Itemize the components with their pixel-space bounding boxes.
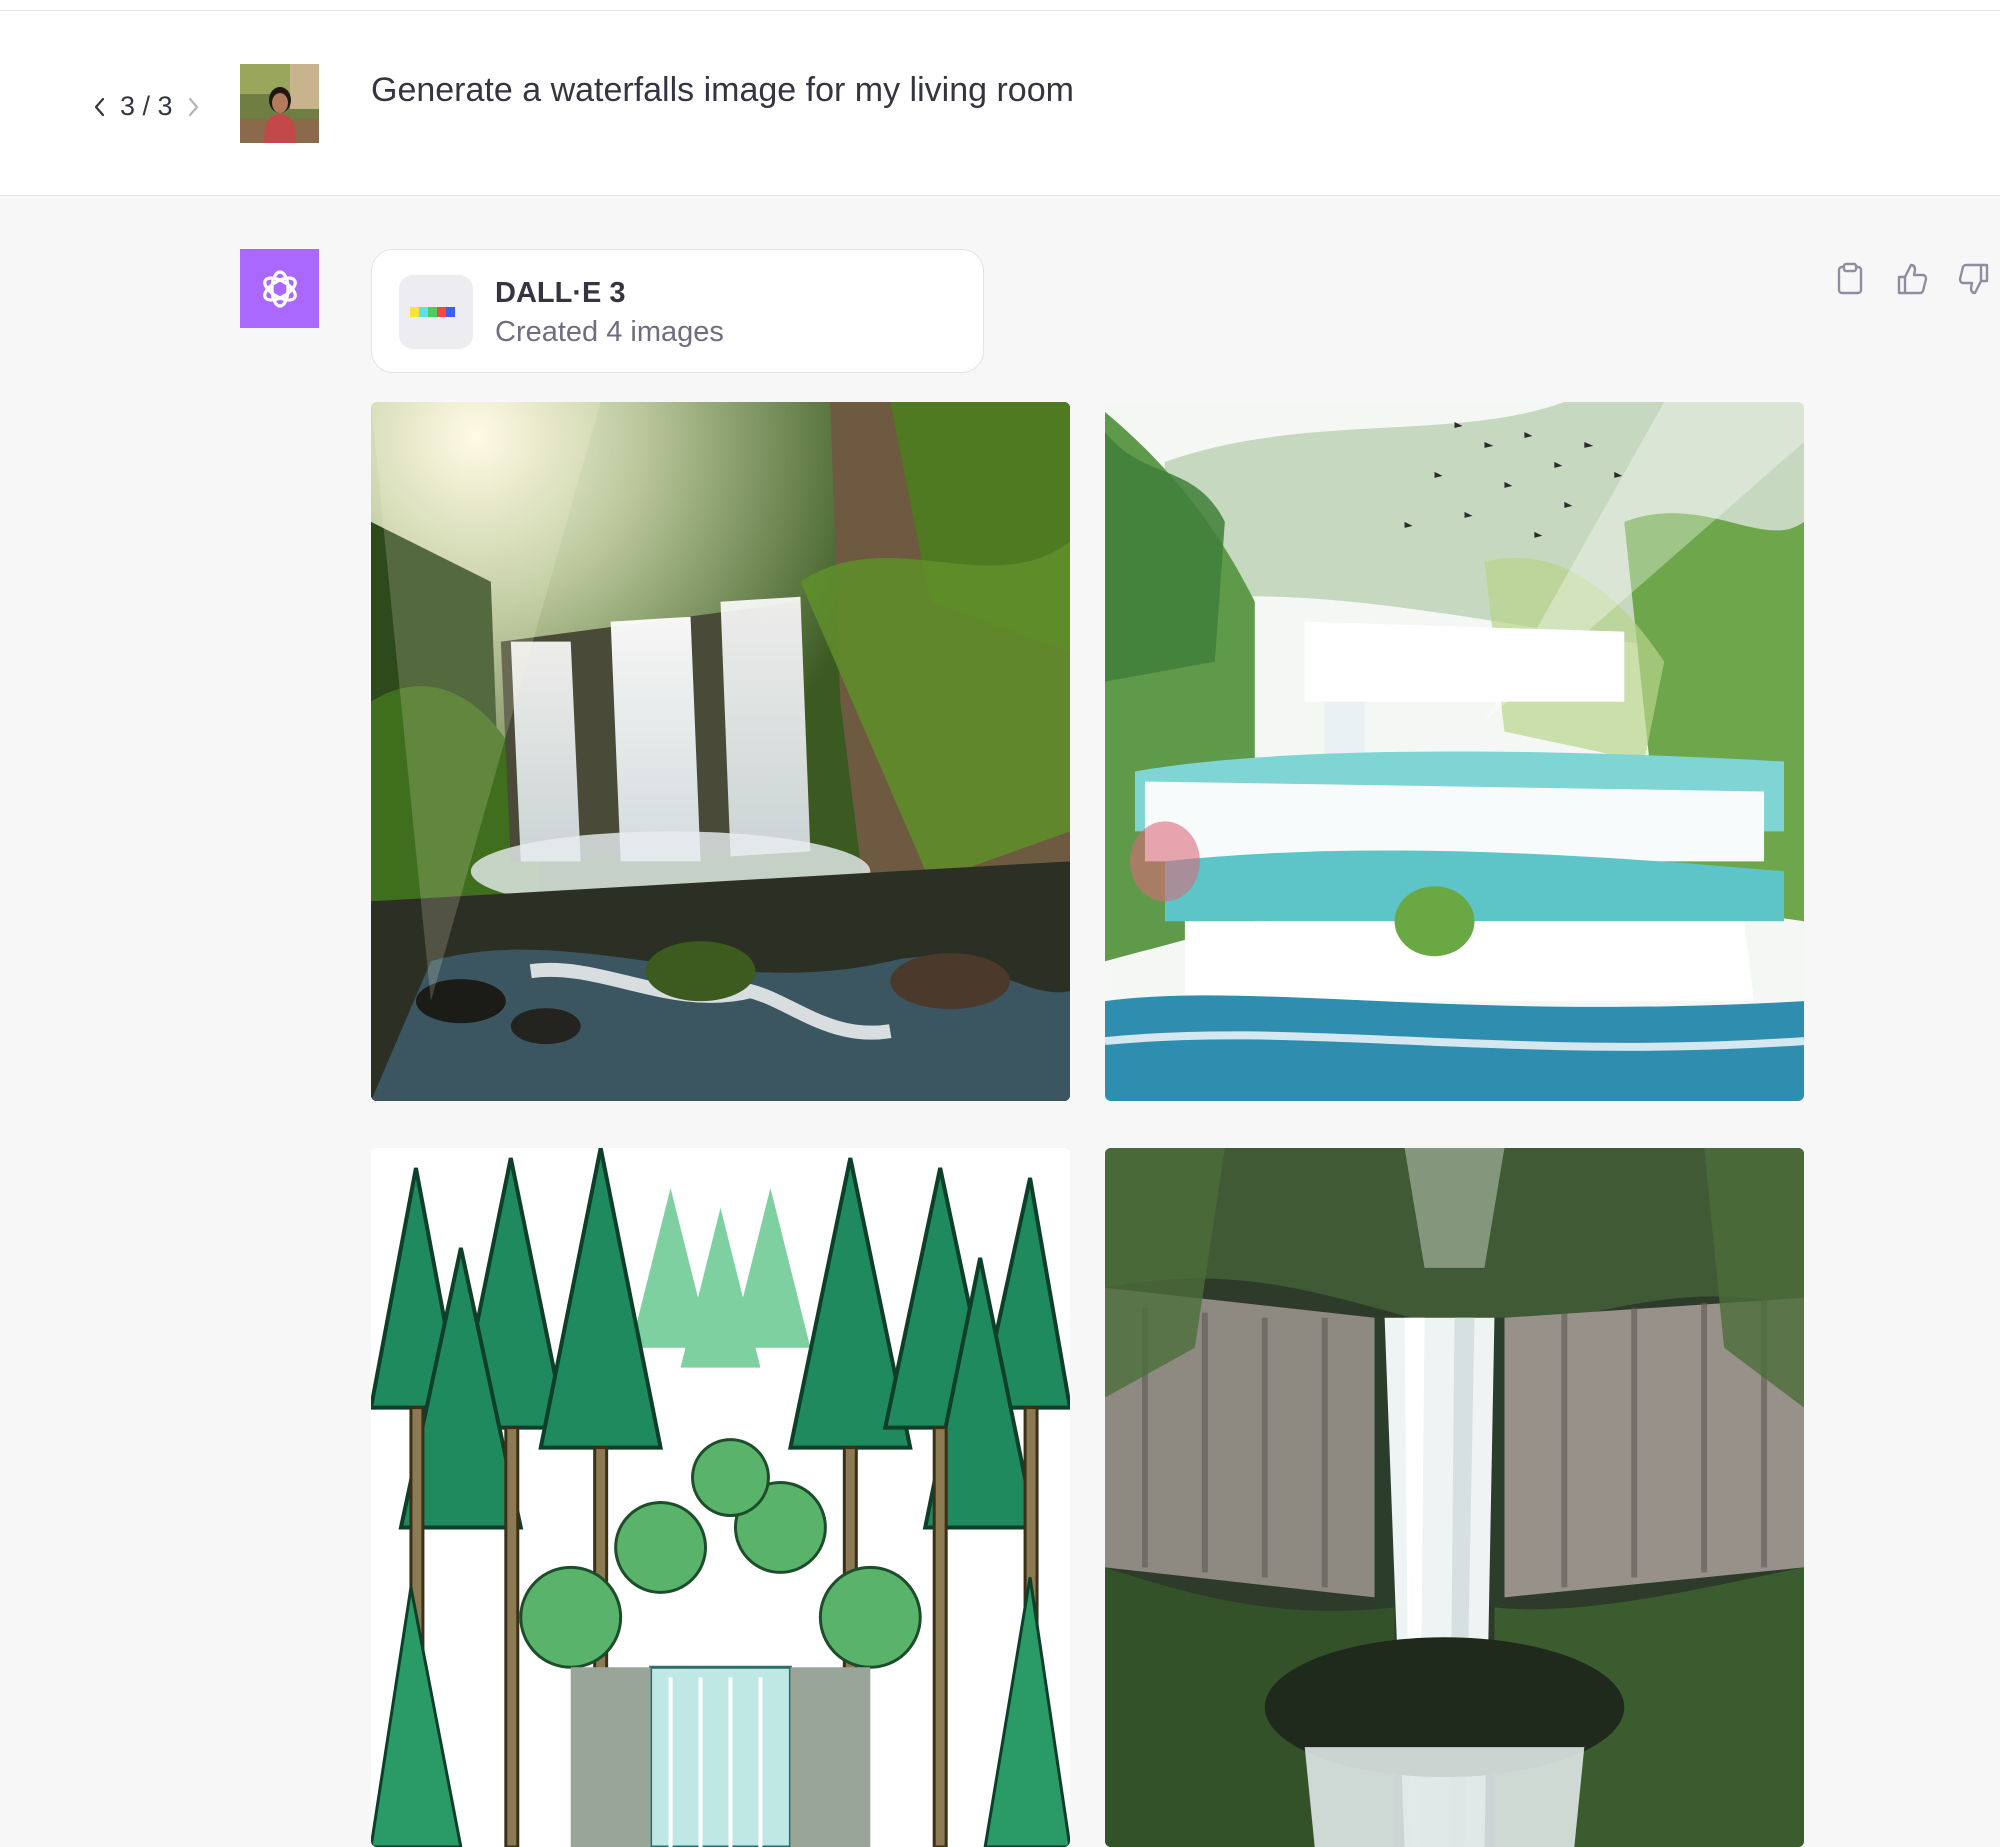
generated-image-4[interactable] xyxy=(1105,1148,1804,1847)
previous-response-button[interactable] xyxy=(92,96,106,118)
message-actions xyxy=(1830,259,1994,299)
user-message-row: 3 / 3 Generate a waterfalls image for my… xyxy=(0,11,2000,196)
generated-image-1[interactable] xyxy=(371,402,1070,1101)
assistant-avatar xyxy=(240,249,319,328)
tool-name: DALL·E 3 xyxy=(495,277,626,309)
dalle-tool-card[interactable]: DALL·E 3 Created 4 images xyxy=(371,249,984,373)
thumbs-down-icon xyxy=(1958,263,1989,295)
clipboard-icon xyxy=(1837,262,1863,295)
thumbs-down-button[interactable] xyxy=(1954,259,1994,299)
openai-logo-icon xyxy=(262,269,297,308)
generated-image-3[interactable] xyxy=(371,1148,1070,1847)
thumbs-up-icon xyxy=(1897,263,1928,295)
thumbs-up-button[interactable] xyxy=(1892,259,1932,299)
dalle-icon xyxy=(399,275,473,349)
copy-button[interactable] xyxy=(1830,259,1870,299)
pager-label: 3 / 3 xyxy=(120,91,173,121)
user-message-text: Generate a waterfalls image for my livin… xyxy=(371,71,1074,109)
user-avatar xyxy=(240,64,319,143)
chevron-left-icon xyxy=(94,97,105,116)
chevron-right-icon xyxy=(188,97,198,116)
next-response-button[interactable] xyxy=(187,96,201,118)
response-pager: 3 / 3 xyxy=(92,91,201,122)
top-edge xyxy=(0,0,2000,11)
tool-status: Created 4 images xyxy=(495,316,724,348)
generated-image-2[interactable] xyxy=(1105,402,1804,1101)
